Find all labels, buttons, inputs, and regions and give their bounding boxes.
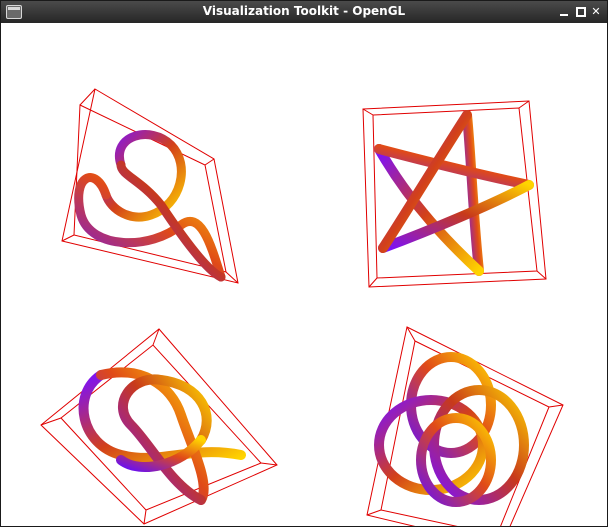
render-canvas <box>40 88 564 526</box>
knot-view-bottom-left[interactable] <box>40 328 278 525</box>
bounding-box-outline <box>40 328 278 525</box>
minimize-icon[interactable] <box>557 4 571 19</box>
app-window: Visualization Toolkit - OpenGL ✕ <box>0 0 608 527</box>
title-bar[interactable]: Visualization Toolkit - OpenGL ✕ <box>1 1 607 23</box>
maximize-icon[interactable] <box>573 4 587 19</box>
window-title: Visualization Toolkit - OpenGL <box>202 4 406 18</box>
knot-view-top-right[interactable] <box>362 100 547 288</box>
close-icon[interactable]: ✕ <box>589 4 603 19</box>
knot-view-top-left[interactable] <box>61 88 239 284</box>
torus-knot-tube <box>374 352 529 507</box>
render-viewport[interactable] <box>1 23 607 526</box>
knot-view-bottom-right[interactable] <box>366 326 564 526</box>
star-tube <box>374 110 534 276</box>
trefoil-tube <box>74 130 226 282</box>
